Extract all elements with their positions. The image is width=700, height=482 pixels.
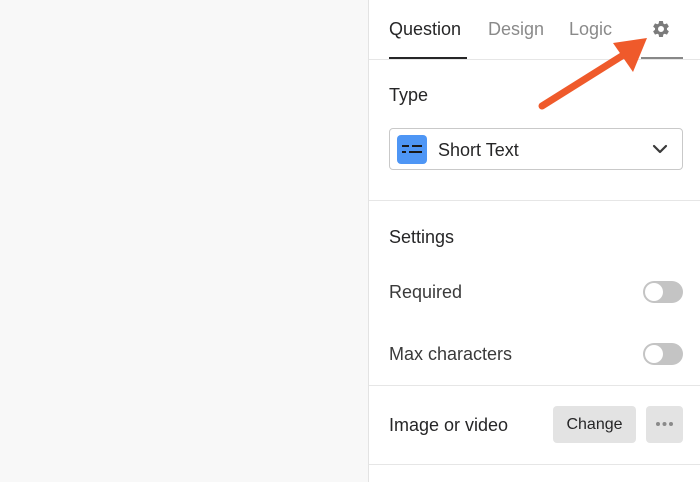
- short-text-icon: [397, 135, 427, 164]
- required-toggle[interactable]: [643, 281, 683, 303]
- max-characters-row: Max characters: [389, 342, 683, 366]
- question-type-select[interactable]: Short Text: [389, 128, 683, 170]
- type-section: Type Short Text: [369, 60, 700, 201]
- active-tab-indicator: [389, 57, 467, 59]
- media-section: Image or video Change: [369, 387, 700, 465]
- max-characters-toggle[interactable]: [643, 343, 683, 365]
- tab-design[interactable]: Design: [488, 18, 544, 40]
- more-dots-icon: [656, 422, 673, 426]
- toggle-knob: [645, 345, 663, 363]
- settings-tab-indicator: [641, 57, 683, 59]
- type-section-title: Type: [389, 85, 429, 105]
- image-or-video-label: Image or video: [389, 415, 509, 435]
- chevron-down-icon: [652, 144, 668, 154]
- required-label: Required: [389, 282, 463, 302]
- form-canvas: [0, 0, 368, 482]
- panel-tabs: Question Design Logic: [369, 0, 700, 60]
- question-type-value: Short Text: [438, 140, 519, 160]
- question-settings-panel: Question Design Logic Type Short Text Se…: [368, 0, 700, 482]
- toggle-knob: [645, 283, 663, 301]
- max-characters-label: Max characters: [389, 344, 513, 364]
- more-options-button[interactable]: [646, 406, 683, 443]
- change-media-button[interactable]: Change: [553, 406, 636, 443]
- required-row: Required: [389, 280, 683, 304]
- tab-settings[interactable]: [641, 0, 683, 60]
- settings-section-title: Settings: [389, 227, 455, 247]
- tab-question[interactable]: Question: [389, 18, 461, 40]
- gear-icon: [653, 20, 669, 37]
- tab-logic[interactable]: Logic: [569, 18, 612, 40]
- settings-section: Settings Required Max characters: [369, 202, 700, 386]
